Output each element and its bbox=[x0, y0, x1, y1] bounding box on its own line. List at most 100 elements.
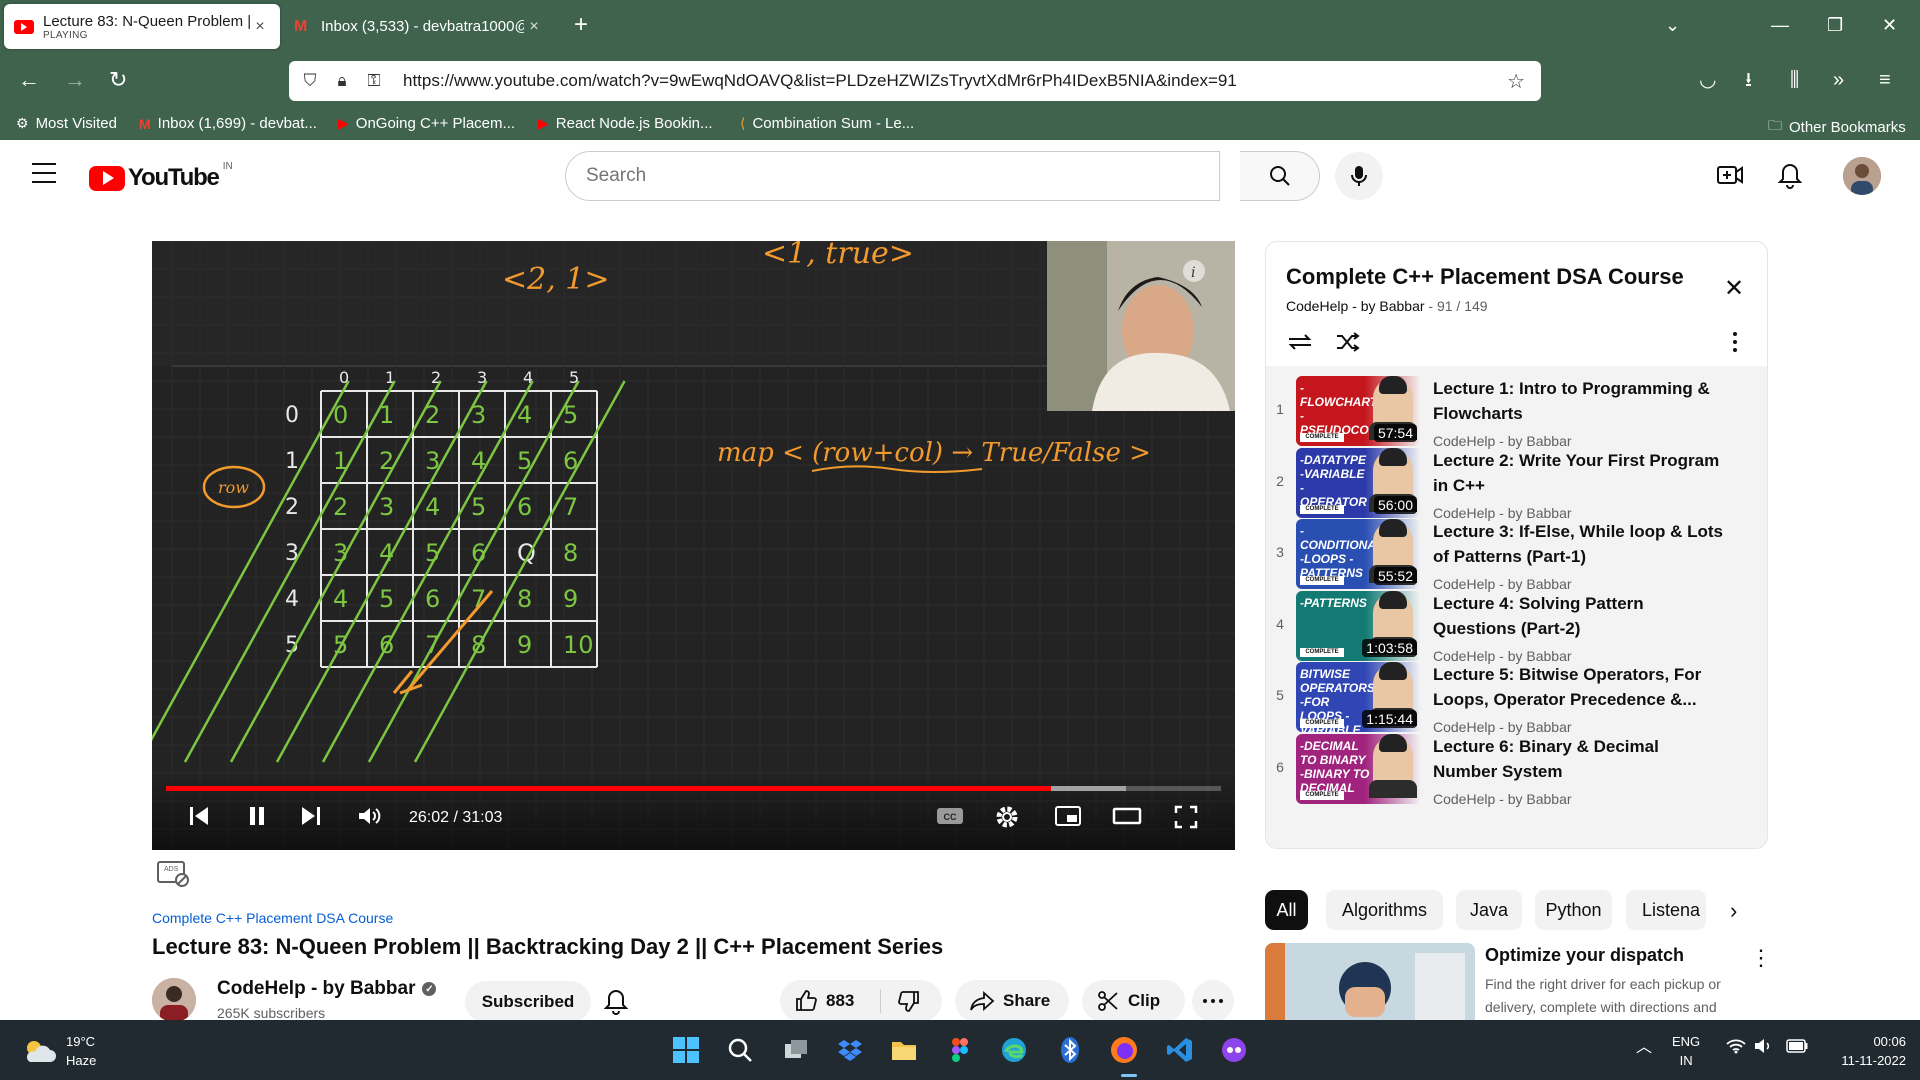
more-actions-button[interactable] bbox=[1192, 980, 1234, 1022]
chips-next-icon[interactable]: › bbox=[1730, 898, 1737, 924]
task-view-icon[interactable] bbox=[780, 1034, 812, 1066]
ad-more-icon[interactable]: ⋮ bbox=[1750, 945, 1772, 971]
chip-algorithms[interactable]: Algorithms bbox=[1326, 890, 1443, 930]
restore-icon[interactable]: ❐ bbox=[1827, 15, 1843, 35]
permissions-icon[interactable]: ⚿ bbox=[363, 71, 385, 91]
subscribed-button[interactable]: Subscribed bbox=[465, 981, 591, 1023]
playlist-item-thumbnail[interactable]: -PATTERNS COMPLETE 1:03:58 bbox=[1296, 590, 1421, 661]
figma-icon[interactable] bbox=[944, 1034, 976, 1066]
clock[interactable]: 00:06 11-11-2022 bbox=[1826, 1032, 1906, 1070]
chip-listenable[interactable]: Listena bbox=[1626, 890, 1706, 930]
playlist-item-thumbnail[interactable]: -DATATYPE -VARIABLE -OPERATOR COMPLETE 56:… bbox=[1296, 447, 1421, 518]
file-explorer-icon[interactable] bbox=[888, 1034, 920, 1066]
playlist-item-thumbnail[interactable]: -DECIMAL TO BINARY -BINARY TO DECIMAL COM… bbox=[1296, 733, 1421, 804]
forward-icon[interactable]: → bbox=[64, 67, 86, 93]
ad-info-icon[interactable]: ADS bbox=[156, 860, 192, 893]
firefox-icon[interactable] bbox=[1108, 1034, 1140, 1066]
taskbar-search-icon[interactable] bbox=[724, 1034, 756, 1066]
minimize-icon[interactable]: — bbox=[1771, 15, 1789, 35]
bookmark-most-visited[interactable]: ⚙ Most Visited bbox=[16, 115, 117, 132]
guide-menu-icon[interactable] bbox=[32, 163, 56, 183]
video-player[interactable]: <2, 1> <1, true> 0 1 2 3 4 5 0 1 2 3 4 5 0 1 2 3 4 5 1 2 3 4 5 6 2… bbox=[152, 241, 1235, 850]
loop-playlist-icon[interactable] bbox=[1286, 330, 1314, 359]
chip-java[interactable]: Java bbox=[1456, 890, 1522, 930]
channel-avatar[interactable] bbox=[152, 978, 196, 1022]
app-icon[interactable] bbox=[1218, 1034, 1250, 1066]
battery-icon[interactable] bbox=[1786, 1039, 1808, 1058]
tab-youtube[interactable]: Lecture 83: N-Queen Problem || PLAYING × bbox=[4, 4, 280, 49]
playlist-item-thumbnail[interactable]: -CONDITIONALS -LOOPS -PATTERNS COMPLETE 55… bbox=[1296, 519, 1421, 589]
next-icon[interactable] bbox=[300, 805, 322, 832]
tray-overflow-icon[interactable]: ︿ bbox=[1636, 1038, 1652, 1057]
volume-icon[interactable] bbox=[357, 805, 383, 832]
new-tab-button[interactable]: + bbox=[574, 13, 588, 37]
bookmark-ongoing-cpp[interactable]: ▶ OnGoing C++ Placem... bbox=[338, 115, 515, 132]
edge-icon[interactable] bbox=[998, 1034, 1030, 1066]
ad-title[interactable]: Optimize your dispatch bbox=[1485, 945, 1684, 966]
dropbox-icon[interactable] bbox=[834, 1034, 866, 1066]
chip-all[interactable]: All bbox=[1265, 890, 1308, 930]
wifi-icon[interactable] bbox=[1726, 1038, 1746, 1059]
create-video-icon[interactable] bbox=[1716, 162, 1744, 193]
library-icon[interactable]: ⫼ bbox=[1790, 68, 1799, 92]
fullscreen-icon[interactable] bbox=[1174, 805, 1198, 834]
playlist-item[interactable]: 6 -DECIMAL TO BINARY -BINARY TO DECIMAL CO… bbox=[1266, 724, 1767, 812]
pause-icon[interactable] bbox=[246, 805, 268, 832]
volume-tray-icon[interactable] bbox=[1754, 1038, 1772, 1059]
notification-bell-icon[interactable] bbox=[603, 988, 629, 1021]
bookmark-inbox[interactable]: M Inbox (1,699) - devbat... bbox=[139, 115, 317, 132]
previous-icon[interactable] bbox=[188, 805, 210, 832]
settings-gear-icon[interactable] bbox=[995, 805, 1019, 834]
playlist-item-thumbnail[interactable]: BITWISE OPERATORS -FOR LOOPS -VARIABLE S… bbox=[1296, 662, 1421, 732]
tab-close-icon[interactable]: × bbox=[524, 18, 544, 36]
menu-icon[interactable]: ≡ bbox=[1879, 68, 1891, 92]
captions-icon[interactable]: CC bbox=[936, 805, 964, 832]
weather-widget[interactable]: 19°C Haze bbox=[22, 1032, 96, 1070]
like-button[interactable]: 883 bbox=[794, 989, 854, 1013]
playlist-title[interactable]: Complete C++ Placement DSA Course bbox=[1286, 264, 1684, 290]
pocket-icon[interactable]: ◡ bbox=[1699, 68, 1716, 92]
overflow-icon[interactable]: » bbox=[1833, 68, 1844, 92]
theater-mode-icon[interactable] bbox=[1112, 805, 1142, 832]
voice-search-button[interactable] bbox=[1335, 152, 1383, 200]
dislike-button[interactable] bbox=[897, 989, 921, 1018]
url-bar[interactable]: ⛉ 🔒︎ ⚿ https://www.youtube.com/watch?v=9… bbox=[289, 61, 1541, 101]
back-icon[interactable]: ← bbox=[18, 67, 40, 93]
downloads-icon[interactable]: ⭳ bbox=[1745, 68, 1752, 92]
shuffle-icon[interactable] bbox=[1334, 330, 1362, 359]
bookmark-combination-sum[interactable]: ⟨ Combination Sum - Le... bbox=[740, 115, 914, 132]
tab-close-icon[interactable]: × bbox=[250, 18, 270, 36]
playlist-item-thumbnail[interactable]: -FLOWCHART -PSEUDOCODE COMPLETE 57:54 bbox=[1296, 376, 1421, 446]
playlist-link[interactable]: Complete C++ Placement DSA Course bbox=[152, 910, 393, 926]
tab-gmail[interactable]: M Inbox (3,533) - devbatra1000@ × bbox=[284, 4, 554, 49]
close-playlist-icon[interactable]: ✕ bbox=[1724, 274, 1744, 303]
progress-played bbox=[166, 786, 1051, 791]
list-all-tabs-icon[interactable]: ⌄ bbox=[1665, 15, 1680, 35]
bookmark-other[interactable]: 🗀 Other Bookmarks bbox=[1768, 115, 1906, 139]
vscode-icon[interactable] bbox=[1164, 1034, 1196, 1066]
notifications-bell-icon[interactable] bbox=[1777, 162, 1803, 195]
miniplayer-icon[interactable] bbox=[1054, 805, 1082, 832]
url-text[interactable]: https://www.youtube.com/watch?v=9wEwqNdO… bbox=[403, 71, 1237, 91]
clip-button[interactable]: Clip bbox=[1082, 980, 1185, 1022]
language-indicator[interactable]: ENG IN bbox=[1672, 1032, 1700, 1070]
bookmark-react-node[interactable]: ▶ React Node.js Bookin... bbox=[538, 115, 713, 132]
chip-python[interactable]: Python bbox=[1535, 890, 1612, 930]
bookmark-star-icon[interactable]: ☆ bbox=[1507, 69, 1525, 94]
reload-icon[interactable]: ↻ bbox=[109, 67, 127, 93]
windows-start-icon[interactable] bbox=[670, 1034, 702, 1066]
bluetooth-app-icon[interactable] bbox=[1054, 1034, 1086, 1066]
ad-thumbnail[interactable] bbox=[1265, 943, 1475, 1023]
progress-bar[interactable] bbox=[166, 786, 1221, 791]
lock-icon[interactable]: 🔒︎ bbox=[331, 71, 353, 91]
search-input[interactable]: Search bbox=[565, 151, 1220, 201]
channel-name[interactable]: CodeHelp - by Babbar ✓ bbox=[217, 978, 437, 1000]
share-button[interactable]: Share bbox=[955, 980, 1069, 1022]
search-button[interactable] bbox=[1240, 151, 1320, 201]
account-avatar[interactable] bbox=[1843, 157, 1881, 195]
playlist-more-icon[interactable] bbox=[1732, 330, 1738, 359]
shield-icon[interactable]: ⛉ bbox=[299, 71, 321, 91]
youtube-logo[interactable]: YouTube IN bbox=[89, 161, 233, 192]
close-window-icon[interactable]: ✕ bbox=[1882, 15, 1897, 35]
playlist-channel-link[interactable]: CodeHelp - by Babbar bbox=[1286, 298, 1425, 314]
